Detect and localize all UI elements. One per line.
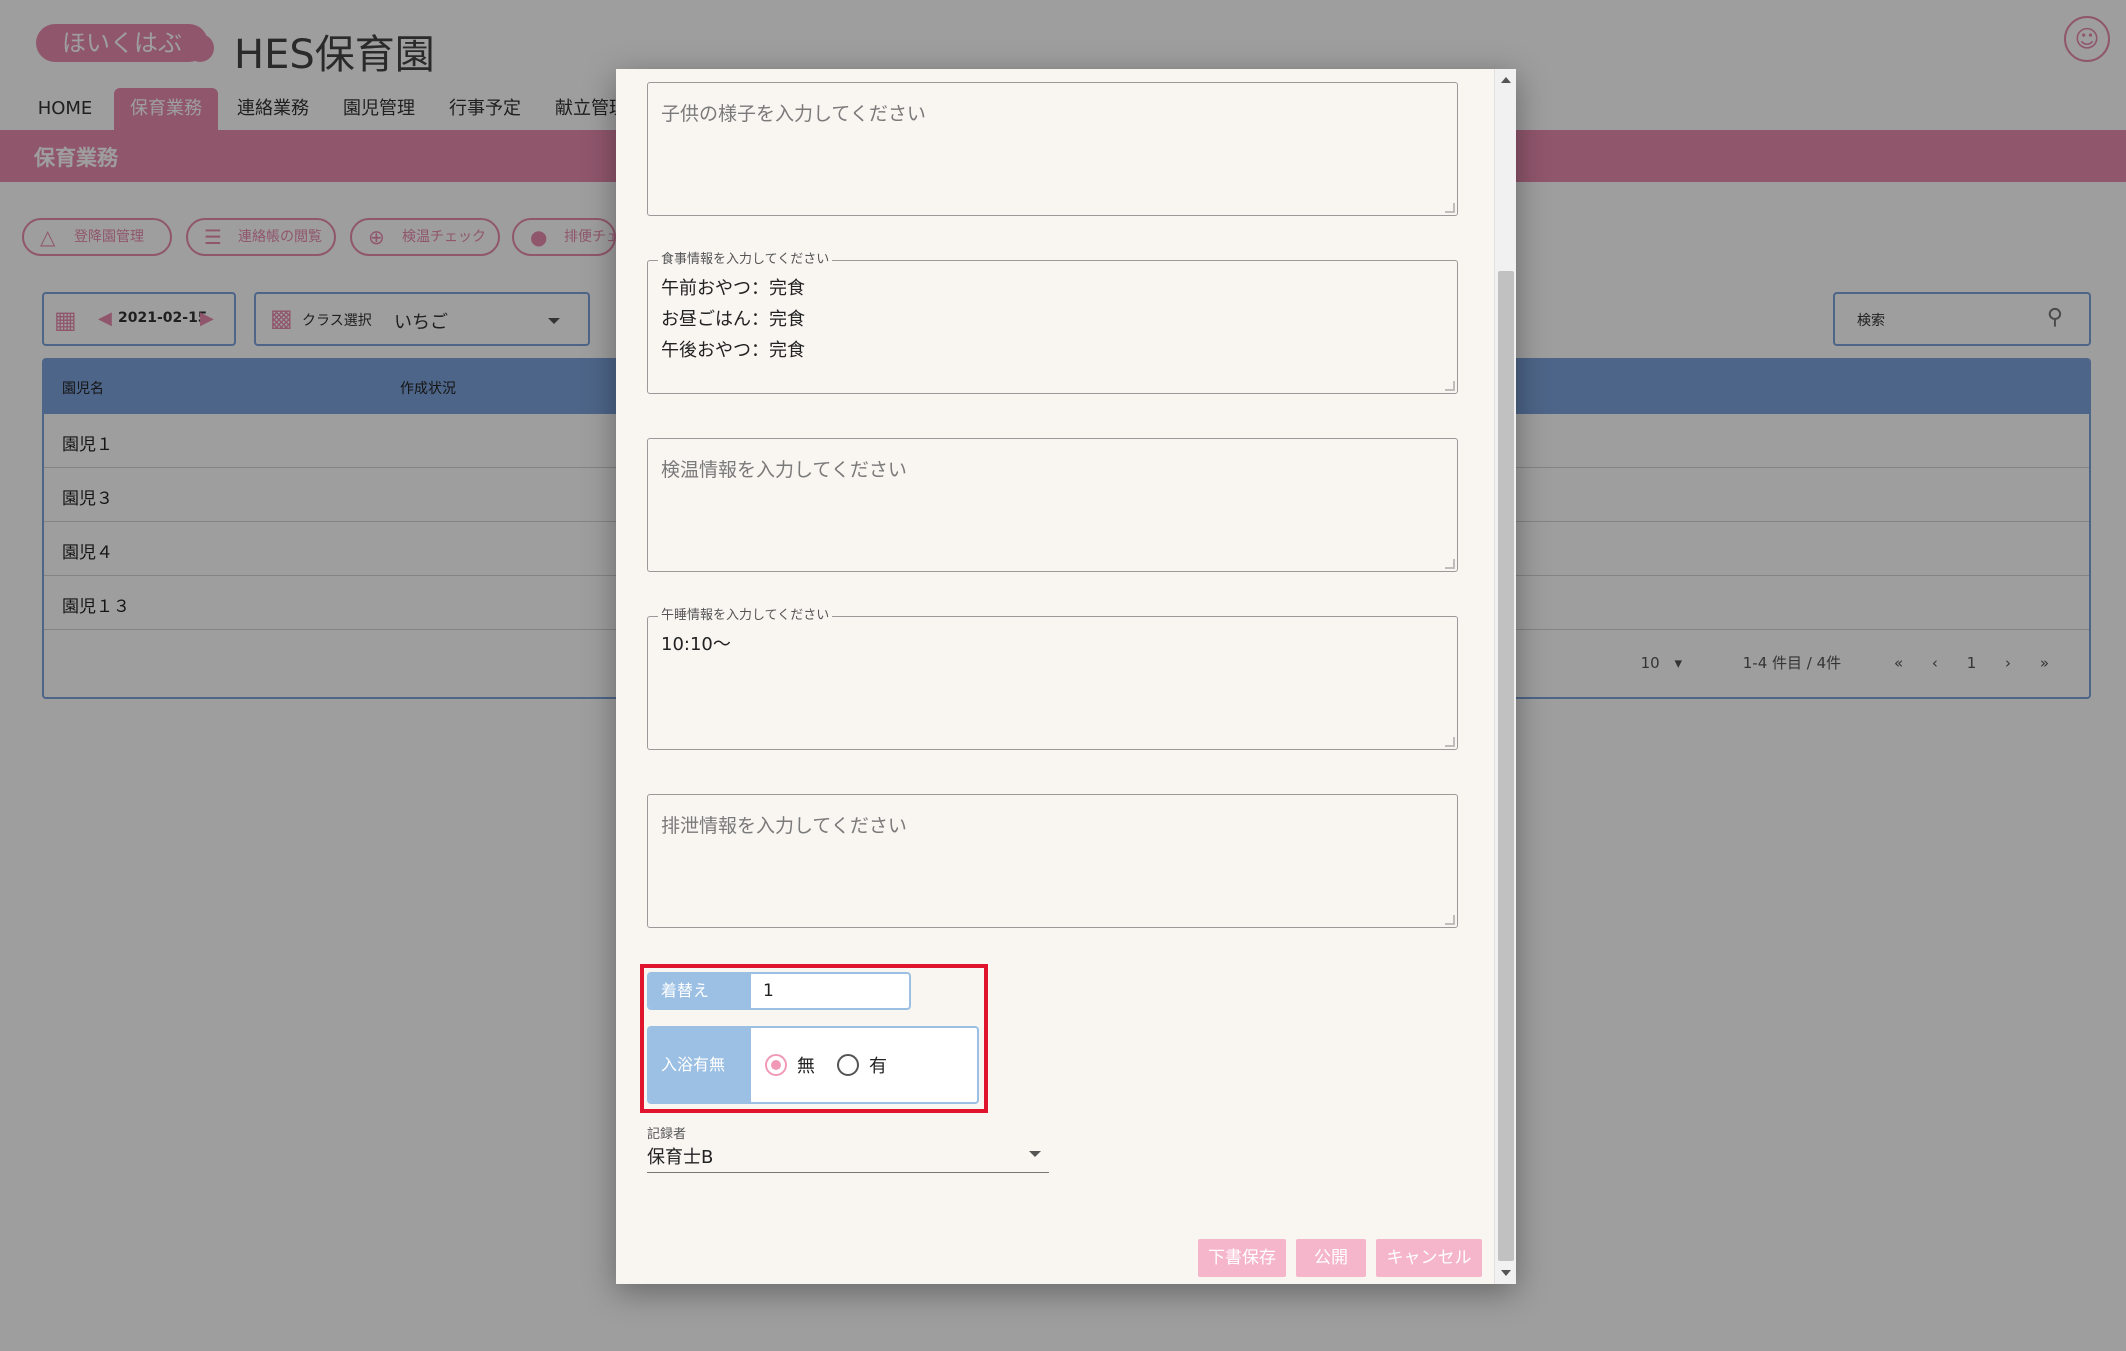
meal-content: 午前おやつ：完食 お昼ごはん：完食 午後おやつ：完食 — [661, 273, 805, 366]
scroll-down-icon[interactable] — [1501, 1270, 1511, 1276]
temperature-textarea[interactable]: 検温情報を入力してください — [647, 438, 1458, 572]
bath-option-no-label: 無 — [797, 1056, 815, 1077]
resize-handle[interactable] — [1445, 203, 1455, 213]
modal-scrollbar[interactable] — [1494, 69, 1516, 1284]
child-state-textarea[interactable]: 子供の様子を入力してください — [647, 82, 1458, 216]
child-state-placeholder: 子供の様子を入力してください — [661, 103, 926, 125]
bath-radio-yes[interactable] — [837, 1054, 859, 1076]
temperature-placeholder: 検温情報を入力してください — [661, 459, 907, 481]
contact-book-dialog: 子供の様子を入力してください 食事情報を入力してください 午前おやつ：完食 お昼… — [616, 69, 1516, 1284]
excretion-textarea[interactable]: 排泄情報を入力してください — [647, 794, 1458, 928]
publish-button[interactable]: 公開 — [1296, 1239, 1366, 1277]
scroll-up-icon[interactable] — [1501, 77, 1511, 83]
resize-handle[interactable] — [1445, 381, 1455, 391]
scroll-thumb[interactable] — [1498, 271, 1514, 1261]
recorder-label: 記録者 — [647, 1127, 687, 1142]
recorder-value: 保育士B — [647, 1147, 714, 1168]
excretion-placeholder: 排泄情報を入力してください — [661, 815, 907, 837]
nap-line: 10:10〜 — [661, 634, 731, 655]
chevron-down-icon — [1029, 1151, 1041, 1157]
bath-option-yes-label: 有 — [869, 1056, 887, 1077]
meal-line: 午前おやつ：完食 — [661, 278, 805, 299]
resize-handle[interactable] — [1445, 559, 1455, 569]
bath-label: 入浴有無 — [649, 1028, 751, 1102]
meal-textarea[interactable]: 食事情報を入力してください 午前おやつ：完食 お昼ごはん：完食 午後おやつ：完食 — [647, 252, 1458, 394]
recorder-select[interactable]: 保育士B — [647, 1141, 1049, 1173]
nap-content: 10:10〜 — [661, 629, 731, 660]
save-draft-button[interactable]: 下書保存 — [1198, 1239, 1286, 1277]
resize-handle[interactable] — [1445, 737, 1455, 747]
nap-textarea[interactable]: 午睡情報を入力してください 10:10〜 — [647, 608, 1458, 750]
meal-legend: 食事情報を入力してください — [658, 252, 833, 268]
change-clothes-field: 着替え 1 — [647, 972, 911, 1010]
change-clothes-input[interactable]: 1 — [763, 974, 774, 1008]
nap-legend: 午睡情報を入力してください — [658, 608, 833, 624]
meal-line: 午後おやつ：完食 — [661, 340, 805, 361]
resize-handle[interactable] — [1445, 915, 1455, 925]
bath-radio-no[interactable] — [765, 1054, 787, 1076]
cancel-button[interactable]: キャンセル — [1376, 1239, 1482, 1277]
change-clothes-label: 着替え — [649, 974, 751, 1008]
meal-line: お昼ごはん：完食 — [661, 309, 805, 330]
bath-field: 入浴有無 無 有 — [647, 1026, 979, 1104]
